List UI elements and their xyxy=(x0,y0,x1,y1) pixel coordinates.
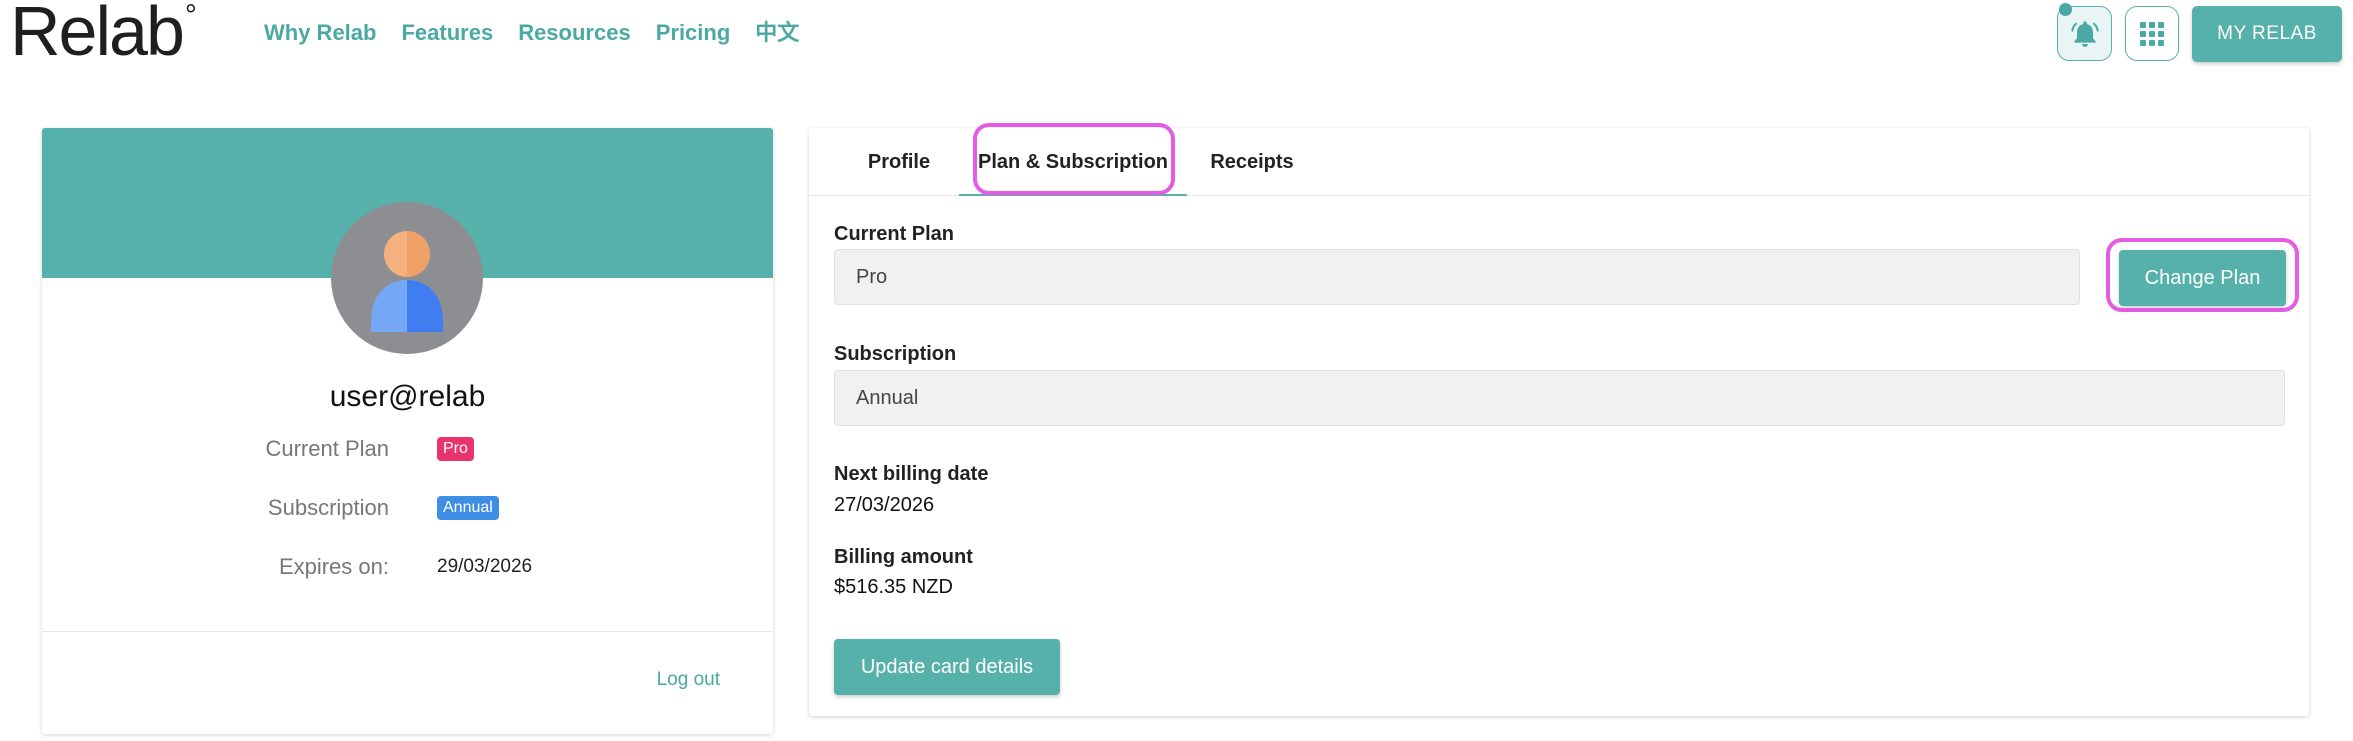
profile-card: user@relab Current Plan Pro Subscription… xyxy=(42,128,773,734)
top-header: Relab° Why Relab Features Resources Pric… xyxy=(0,0,2353,70)
relab-logo[interactable]: Relab° xyxy=(10,0,197,75)
billing-amount-label: Billing amount xyxy=(834,546,973,568)
next-billing-value: 27/03/2026 xyxy=(834,494,935,516)
current-plan-label: Current Plan xyxy=(265,436,389,461)
tab-profile[interactable]: Profile xyxy=(839,128,959,196)
grid-icon xyxy=(2140,21,2164,46)
main-nav: Why Relab Features Resources Pricing 中文 xyxy=(264,18,824,48)
subscription-label: Subscription xyxy=(267,495,389,520)
nav-pricing[interactable]: Pricing xyxy=(656,18,731,48)
nav-features[interactable]: Features xyxy=(401,18,493,48)
expires-value: 29/03/2026 xyxy=(437,556,533,577)
plan-settings-card: Profile Plan & Subscription Receipts Cur… xyxy=(809,123,2309,716)
nav-chinese[interactable]: 中文 xyxy=(755,18,799,48)
next-billing-label: Next billing date xyxy=(834,463,989,485)
profile-row-current-plan: Current Plan Pro xyxy=(42,432,773,466)
logo-text: Relab xyxy=(10,0,185,70)
billing-amount-value: $516.35 NZD xyxy=(834,576,953,598)
apps-button[interactable] xyxy=(2125,6,2179,61)
current-plan-field-label: Current Plan xyxy=(834,223,955,245)
user-avatar-icon xyxy=(331,202,483,354)
subscription-field[interactable]: Annual xyxy=(834,370,2285,426)
update-card-button[interactable]: Update card details xyxy=(834,639,1060,695)
profile-username: user@relab xyxy=(329,380,486,413)
logout-link[interactable]: Log out xyxy=(657,669,720,691)
highlight-change-plan xyxy=(2106,238,2299,312)
nav-why-relab[interactable]: Why Relab xyxy=(264,18,376,48)
my-relab-button[interactable]: MY RELAB xyxy=(2192,6,2342,62)
plan-badge: Pro xyxy=(437,436,474,461)
bell-icon xyxy=(2070,20,2099,47)
tab-receipts[interactable]: Receipts xyxy=(1187,128,1317,196)
nav-resources[interactable]: Resources xyxy=(518,18,631,48)
notification-dot xyxy=(2059,3,2072,16)
logo-ring: ° xyxy=(184,0,197,32)
subscription-badge: Annual xyxy=(437,495,499,520)
subscription-field-label: Subscription xyxy=(834,343,957,365)
expires-label: Expires on: xyxy=(278,554,389,579)
profile-row-expires: Expires on: 29/03/2026 xyxy=(42,550,773,584)
card-divider xyxy=(42,631,773,632)
profile-row-subscription: Subscription Annual xyxy=(42,491,773,525)
current-plan-field[interactable]: Pro xyxy=(834,249,2080,305)
highlight-plan-tab xyxy=(973,123,1175,195)
